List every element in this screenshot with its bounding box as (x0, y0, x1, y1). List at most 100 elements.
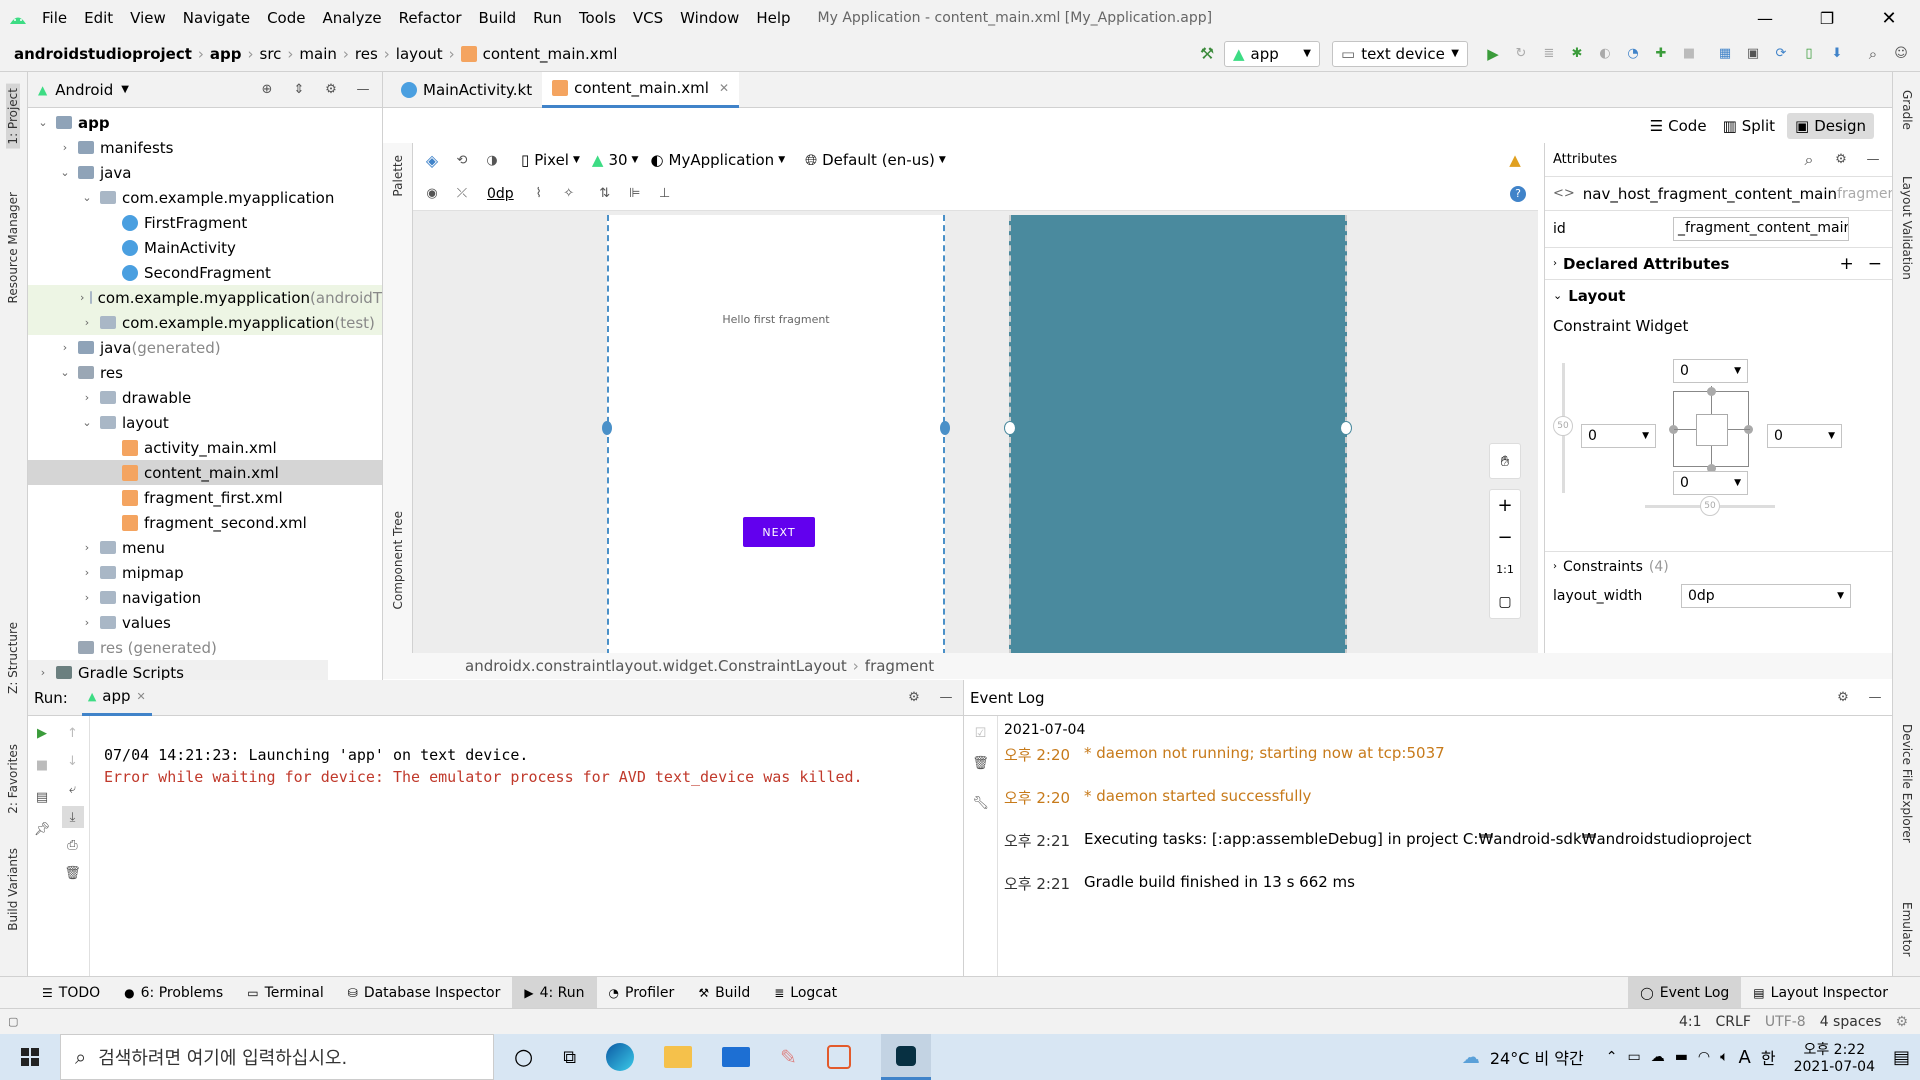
tree-item[interactable]: › manifests (28, 135, 382, 160)
close-tab-icon[interactable]: ✕ (719, 81, 729, 95)
margin-top-select[interactable]: 0 ▼ (1673, 359, 1748, 383)
declared-attributes-section[interactable]: › Declared Attributes + − (1545, 247, 1892, 279)
palette-tab[interactable]: Palette (391, 155, 405, 197)
chevron-right-icon[interactable]: › (80, 566, 94, 579)
menu-file[interactable]: File (42, 9, 67, 27)
pan-hand-icon[interactable]: ✋︎ (1501, 444, 1510, 478)
zoom-out-icon[interactable]: − (1497, 522, 1512, 554)
maximize-button[interactable]: ❐ (1796, 9, 1858, 28)
project-structure-icon[interactable]: ▦ (1714, 43, 1736, 65)
sdk-manager-icon[interactable]: ⬇ (1826, 43, 1848, 65)
layout-width-select[interactable]: 0dp ▼ (1681, 584, 1851, 608)
locate-icon[interactable]: ⊕ (256, 79, 278, 101)
chevron-right-icon[interactable]: › (80, 391, 94, 404)
tool-window-profiler[interactable]: ◔ Profiler (597, 977, 687, 1009)
tree-item[interactable]: › com.example.myapplication (androidT (28, 285, 382, 310)
trash-icon[interactable]: 🗑︎ (62, 862, 84, 884)
run-console[interactable]: 07/04 14:21:23: Launching 'app' on text … (90, 716, 963, 976)
search-icon[interactable]: ⌕ (1798, 149, 1820, 171)
menu-run[interactable]: Run (533, 9, 562, 27)
zoom-fit-icon[interactable]: ▢ (1498, 586, 1511, 618)
taskbar-search[interactable]: ⌕ 검색하려면 여기에 입력하십시오. (60, 1034, 494, 1080)
stop-icon[interactable]: ■ (31, 754, 53, 776)
api-select[interactable]: ▲ 30 ▼ (592, 151, 639, 169)
menu-view[interactable]: View (130, 9, 166, 27)
project-tool-tab[interactable]: 1: Project (6, 84, 20, 149)
tool-window-terminal[interactable]: ▭ Terminal (235, 977, 336, 1009)
tree-item[interactable]: › drawable (28, 385, 382, 410)
default-margin[interactable]: 0dp (481, 186, 520, 202)
infer-constraints-icon[interactable]: ✧ (558, 183, 580, 205)
resource-manager-tab[interactable]: Resource Manager (6, 192, 20, 303)
paint-icon[interactable]: ✎ (780, 1045, 797, 1069)
weather-icon[interactable]: ☁ (1462, 1047, 1480, 1068)
layout-inspector-icon[interactable]: ▣ (1742, 43, 1764, 65)
zoom-actual-size[interactable]: 1:1 (1496, 554, 1514, 586)
code-mode-button[interactable]: ☰ Code (1646, 113, 1711, 139)
guidelines-icon[interactable]: ⊥ (654, 183, 676, 205)
edge-browser-icon[interactable] (606, 1043, 635, 1071)
reload-app-icon[interactable] (826, 1045, 851, 1069)
apply-code-changes-icon[interactable]: ≣ (1538, 43, 1560, 65)
tree-item[interactable]: › navigation (28, 585, 382, 610)
tree-item[interactable]: content_main.xml (28, 460, 382, 485)
structure-tab[interactable]: Z: Structure (6, 622, 20, 694)
tree-item[interactable]: › mipmap (28, 560, 382, 585)
margin-right-select[interactable]: 0 ▼ (1767, 424, 1842, 448)
wifi-icon[interactable]: ◠ (1698, 1049, 1710, 1065)
favorites-tab[interactable]: 2: Favorites (6, 744, 20, 814)
gear-icon[interactable]: ⚙ (1832, 687, 1854, 709)
tree-item[interactable]: › menu (28, 535, 382, 560)
hide-icon[interactable]: — (935, 687, 957, 709)
tree-item[interactable]: FirstFragment (28, 210, 382, 235)
margin-left-select[interactable]: 0 ▼ (1581, 424, 1656, 448)
stop-icon[interactable]: ■ (1678, 43, 1700, 65)
chevron-down-icon[interactable]: ⌄ (80, 191, 94, 204)
emulator-tab[interactable]: Emulator (1900, 902, 1914, 957)
layout-icon[interactable]: ▤ (31, 786, 53, 808)
tree-item[interactable]: MainActivity (28, 235, 382, 260)
chevron-down-icon[interactable]: ⌄ (36, 116, 50, 129)
file-encoding[interactable]: UTF-8 (1765, 1014, 1806, 1030)
device-select[interactable]: ▭ text device ▼ (1332, 40, 1468, 67)
tree-item[interactable]: ⌄ java (28, 160, 382, 185)
tool-window-event-log[interactable]: ◯ Event Log (1628, 976, 1742, 1009)
hammer-build-icon[interactable]: ⚒ (1196, 43, 1218, 65)
android-studio-task-icon[interactable] (880, 1034, 931, 1080)
tree-item[interactable]: fragment_second.xml (28, 510, 382, 535)
night-mode-icon[interactable]: ◑ (481, 149, 503, 171)
collapse-all-icon[interactable]: ⇕ (288, 79, 310, 101)
constraint-handle-right[interactable] (1340, 421, 1352, 435)
layers-icon[interactable]: ◈ (421, 149, 443, 171)
device-file-explorer-tab[interactable]: Device File Explorer (1900, 724, 1914, 843)
tool-window-database-inspector[interactable]: ⛁ Database Inspector (336, 977, 513, 1009)
event-log-content[interactable]: 2021-07-04 오후 2:20 * daemon not running; … (998, 716, 1892, 976)
menu-tools[interactable]: Tools (579, 9, 616, 27)
tab-mainactivity[interactable]: MainActivity.kt (391, 72, 542, 108)
warning-icon[interactable]: ▲ (1504, 149, 1526, 171)
rerun-icon[interactable]: ▶ (31, 722, 53, 744)
breadcrumb-fragment[interactable]: fragment (865, 657, 934, 675)
locale-select[interactable]: 🌐︎ Default (en-us) ▼ (805, 151, 946, 169)
breadcrumb-constraintlayout[interactable]: androidx.constraintlayout.widget.Constra… (465, 657, 847, 675)
ime-mode[interactable]: 한 (1761, 1045, 1776, 1069)
run-config-select[interactable]: ▲ app ▼ (1224, 40, 1320, 67)
tool-window-logcat[interactable]: ≣ Logcat (762, 977, 849, 1009)
theme-select[interactable]: ◐ MyApplication ▼ (650, 151, 785, 169)
tool-window-build[interactable]: ⚒ Build (686, 977, 762, 1009)
autoconnect-icon[interactable]: ⤫ (451, 183, 473, 205)
breadcrumb-item[interactable]: src (260, 45, 282, 63)
add-attribute-icon[interactable]: + (1840, 254, 1854, 274)
breadcrumb-item[interactable]: androidstudioproject (14, 45, 192, 63)
tree-item[interactable]: › java (generated) (28, 335, 382, 360)
breadcrumb-item[interactable]: app (210, 45, 242, 63)
down-icon[interactable]: ↓ (62, 750, 84, 772)
design-mode-button[interactable]: ▣ Design (1787, 112, 1874, 139)
id-input[interactable]: _fragment_content_main (1673, 217, 1849, 241)
chevron-down-icon[interactable]: ▼ (121, 84, 129, 95)
help-icon[interactable]: ? (1510, 185, 1526, 202)
project-view-select[interactable]: Android (55, 81, 113, 99)
coverage-icon[interactable]: ✚ (1650, 43, 1672, 65)
indent-setting[interactable]: 4 spaces (1820, 1014, 1882, 1030)
preview-text[interactable]: Hello first fragment (609, 313, 943, 326)
